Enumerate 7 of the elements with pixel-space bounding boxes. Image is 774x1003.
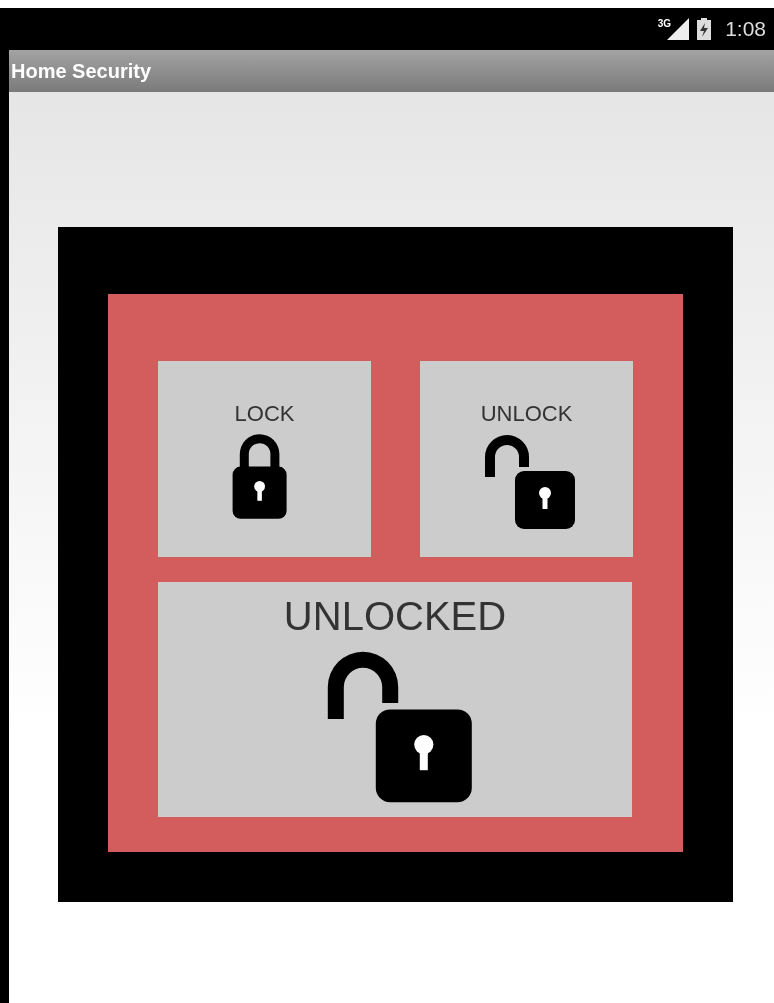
lock-status: UNLOCKED [283,594,507,639]
app-title: Home Security [11,59,152,83]
unlock-button[interactable]: UNLOCK [420,361,633,557]
lock-button[interactable]: LOCK [158,361,371,557]
network-type: 3G [657,18,672,29]
battery-icon [697,18,712,40]
clock-time: 1:08 [725,17,766,41]
